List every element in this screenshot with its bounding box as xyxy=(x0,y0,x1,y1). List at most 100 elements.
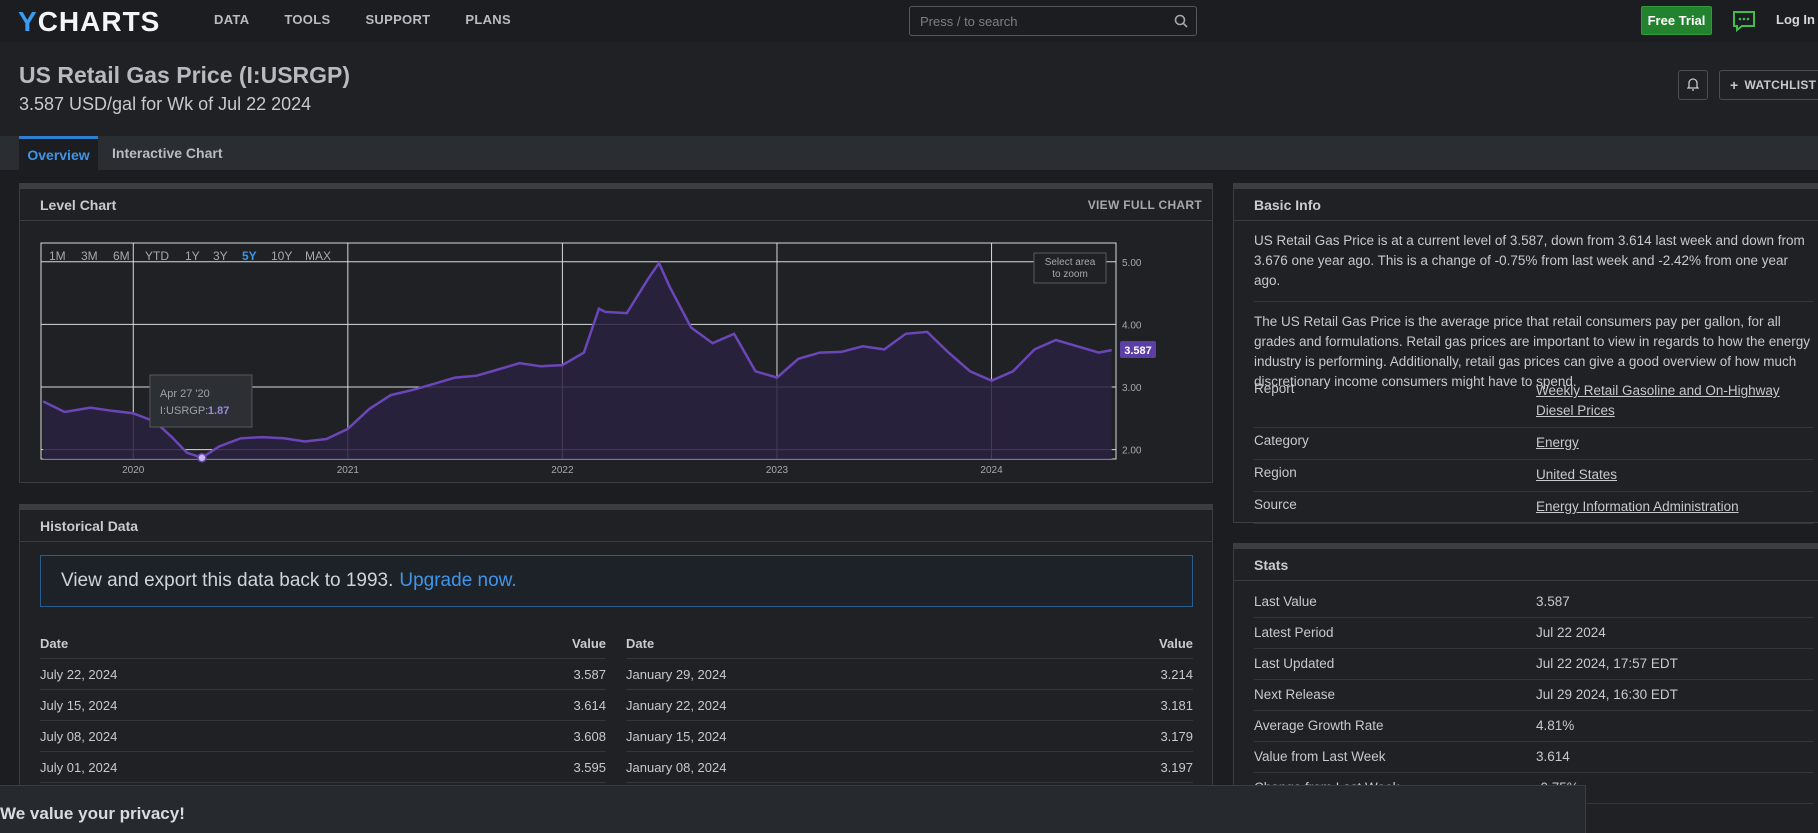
row-date: January 29, 2024 xyxy=(626,666,727,682)
basic-info-details: Report Weekly Retail Gasoline and On-High… xyxy=(1254,376,1814,524)
row-date: January 22, 2024 xyxy=(626,697,727,713)
range-button-1m[interactable]: 1M xyxy=(49,249,66,263)
stat-row: Next Release Jul 29 2024, 16:30 EDT xyxy=(1254,680,1814,711)
nav-data[interactable]: DATA xyxy=(214,12,249,27)
nav-plans[interactable]: PLANS xyxy=(465,12,511,27)
page-subtitle: 3.587 USD/gal for Wk of Jul 22 2024 xyxy=(19,94,312,114)
detail-row-report: Report Weekly Retail Gasoline and On-High… xyxy=(1254,376,1814,428)
table-row: July 01, 2024 3.595 xyxy=(40,752,606,783)
stat-value: Jul 29 2024, 16:30 EDT xyxy=(1536,686,1678,702)
range-button-1y[interactable]: 1Y xyxy=(185,249,200,263)
page-tabs: Overview Interactive Chart xyxy=(0,136,1818,170)
row-value: 3.614 xyxy=(573,697,606,713)
y-tick-label: 5.00 xyxy=(1122,258,1142,269)
zoom-hint-line-1: Select area xyxy=(1045,257,1096,268)
x-tick-label: 2023 xyxy=(766,465,789,476)
range-button-6m[interactable]: 6M xyxy=(113,249,130,263)
table-row: January 15, 2024 3.179 xyxy=(626,721,1193,752)
detail-row-category: Category Energy xyxy=(1254,428,1814,460)
row-date: July 22, 2024 xyxy=(40,666,118,682)
table-row: January 22, 2024 3.181 xyxy=(626,690,1193,721)
detail-row-source: Source Energy Information Administration xyxy=(1254,492,1814,524)
page-title: US Retail Gas Price (I:USRGP) xyxy=(19,62,351,88)
historical-table-right: Date Value January 29, 2024 3.214 January… xyxy=(626,628,1193,783)
range-button-3m[interactable]: 3M xyxy=(81,249,98,263)
search-icon[interactable] xyxy=(1166,7,1196,35)
stat-value: Jul 22 2024, 17:57 EDT xyxy=(1536,655,1678,671)
free-trial-button[interactable]: Free Trial xyxy=(1641,6,1712,35)
detail-key: Category xyxy=(1254,433,1309,448)
table-row: January 29, 2024 3.214 xyxy=(626,659,1193,690)
bell-icon xyxy=(1686,77,1700,94)
level-chart-title: Level Chart xyxy=(40,196,117,213)
detail-row-region: Region United States xyxy=(1254,460,1814,492)
column-header-value: Value xyxy=(572,635,606,651)
alert-button[interactable] xyxy=(1678,70,1708,100)
upgrade-link[interactable]: Upgrade now. xyxy=(399,570,516,592)
basic-info-summary: US Retail Gas Price is at a current leve… xyxy=(1254,231,1814,302)
tooltip-label: I:USRGP: xyxy=(160,405,208,417)
table-row: July 22, 2024 3.587 xyxy=(40,659,606,690)
view-full-chart-link[interactable]: VIEW FULL CHART xyxy=(1088,198,1202,212)
region-link[interactable]: United States xyxy=(1536,465,1814,485)
row-value: 3.179 xyxy=(1160,728,1193,744)
stat-value: 4.81% xyxy=(1536,717,1575,733)
stats-list: Last Value 3.587 Latest Period Jul 22 2024… xyxy=(1254,587,1814,804)
source-link[interactable]: Energy Information Administration xyxy=(1536,497,1814,517)
main-nav: DATA TOOLS SUPPORT PLANS xyxy=(214,12,546,27)
top-navigation-bar: YCHARTS DATA TOOLS SUPPORT PLANS Free Tr… xyxy=(0,0,1818,42)
upgrade-banner: View and export this data back to 1993. … xyxy=(40,555,1193,607)
historical-data-panel: Historical Data View and export this dat… xyxy=(19,504,1213,833)
login-link[interactable]: Log In xyxy=(1776,12,1815,27)
stat-row: Last Value 3.587 xyxy=(1254,587,1814,618)
tooltip-box xyxy=(149,374,253,428)
row-value: 3.587 xyxy=(573,666,606,682)
historical-data-title: Historical Data xyxy=(40,517,139,534)
tab-overview[interactable]: Overview xyxy=(19,136,98,170)
y-tick-label: 3.00 xyxy=(1122,383,1142,394)
chat-icon[interactable] xyxy=(1731,9,1757,33)
watchlist-button[interactable]: + WATCHLIST xyxy=(1719,70,1818,100)
tooltip-date: Apr 27 '20 xyxy=(160,388,210,400)
plus-icon: + xyxy=(1730,77,1739,93)
stat-key: Latest Period xyxy=(1254,625,1334,640)
table-header: Date Value xyxy=(40,628,606,659)
table-row: July 15, 2024 3.614 xyxy=(40,690,606,721)
stat-value: 3.587 xyxy=(1536,593,1570,609)
range-button-3y[interactable]: 3Y xyxy=(213,249,228,263)
last-value-label: 3.587 xyxy=(1124,345,1152,357)
row-value: 3.181 xyxy=(1160,697,1193,713)
range-button-max[interactable]: MAX xyxy=(305,249,331,263)
row-date: July 08, 2024 xyxy=(40,728,118,744)
ycharts-logo[interactable]: YCHARTS xyxy=(18,6,160,38)
row-value: 3.595 xyxy=(573,759,606,775)
basic-info-title: Basic Info xyxy=(1254,196,1321,213)
level-chart-panel: Level Chart VIEW FULL CHART 2.00 3.00 4.00… xyxy=(19,183,1213,483)
column-header-date: Date xyxy=(626,635,655,651)
category-link[interactable]: Energy xyxy=(1536,433,1814,453)
search-input[interactable] xyxy=(920,13,1166,29)
detail-key: Region xyxy=(1254,465,1297,480)
range-button-ytd[interactable]: YTD xyxy=(145,249,169,263)
range-button-10y[interactable]: 10Y xyxy=(271,249,292,263)
table-row: July 08, 2024 3.608 xyxy=(40,721,606,752)
column-header-date: Date xyxy=(40,635,69,651)
stat-row: Latest Period Jul 22 2024 xyxy=(1254,618,1814,649)
tab-interactive-chart[interactable]: Interactive Chart xyxy=(112,136,222,170)
privacy-title: We value your privacy! xyxy=(0,804,185,823)
nav-tools[interactable]: TOOLS xyxy=(284,12,330,27)
x-tick-label: 2021 xyxy=(337,465,360,476)
detail-key: Report xyxy=(1254,381,1295,396)
stats-title: Stats xyxy=(1254,556,1289,573)
level-chart[interactable]: 2.00 3.00 4.00 5.00 2020 2021 2022 2023 2024 1M 3M… xyxy=(20,221,1212,483)
range-button-5y[interactable]: 5Y xyxy=(242,249,257,263)
nav-support[interactable]: SUPPORT xyxy=(365,12,430,27)
row-value: 3.608 xyxy=(573,728,606,744)
watchlist-label: WATCHLIST xyxy=(1744,78,1817,92)
tooltip-marker xyxy=(197,452,207,463)
x-tick-label: 2022 xyxy=(551,465,574,476)
stat-key: Value from Last Week xyxy=(1254,749,1386,764)
report-link[interactable]: Weekly Retail Gasoline and On-Highway Di… xyxy=(1536,381,1814,421)
tooltip-value: 1.87 xyxy=(208,405,229,417)
historical-table-left: Date Value July 22, 2024 3.587 July 15, 2… xyxy=(40,628,606,783)
